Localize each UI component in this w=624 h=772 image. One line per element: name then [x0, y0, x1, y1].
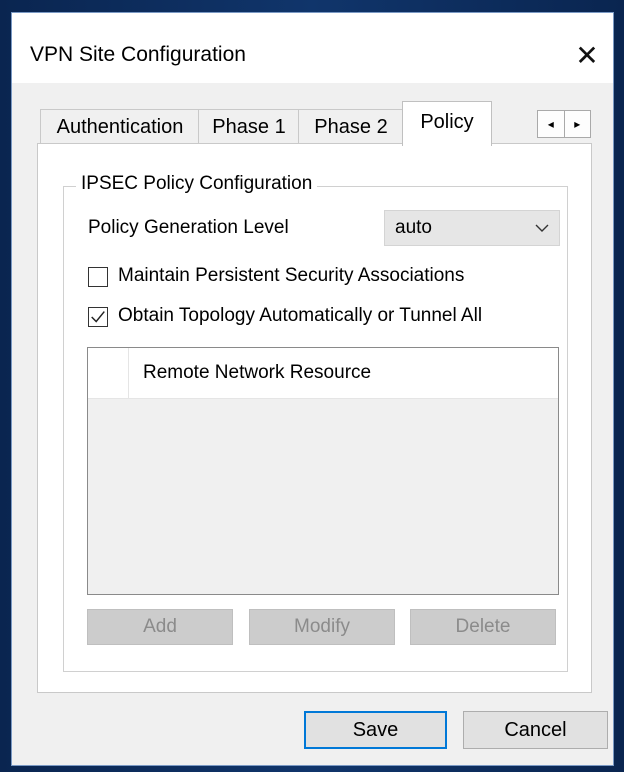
close-icon: ✕	[575, 40, 599, 71]
save-button-label: Save	[352, 719, 399, 741]
modify-button[interactable]: Modify	[249, 609, 395, 645]
tab-authentication[interactable]: Authentication	[40, 109, 200, 144]
tab-phase-2[interactable]: Phase 2	[298, 109, 404, 144]
add-button-label: Add	[143, 616, 177, 637]
cancel-button[interactable]: Cancel	[463, 711, 608, 749]
obtain-topology-checkbox[interactable]	[88, 307, 108, 327]
chevron-down-icon	[535, 224, 549, 232]
tab-scroll-arrows: ◂ ▸	[537, 110, 591, 138]
list-header-select-column	[88, 348, 129, 398]
list-column-header[interactable]: Remote Network Resource	[143, 362, 371, 384]
delete-button[interactable]: Delete	[410, 609, 556, 645]
tab-scroll-left-icon[interactable]: ◂	[538, 111, 565, 137]
maintain-sa-label: Maintain Persistent Security Association…	[118, 265, 465, 286]
modify-button-label: Modify	[294, 616, 350, 637]
cancel-button-label: Cancel	[504, 719, 567, 741]
close-button[interactable]: ✕	[567, 39, 607, 75]
title-bar[interactable]: VPN Site Configuration ✕	[12, 13, 613, 83]
tab-phase-1-label: Phase 1	[212, 116, 286, 138]
policy-generation-level-label: Policy Generation Level	[88, 217, 289, 238]
maintain-sa-checkbox[interactable]	[88, 267, 108, 287]
tab-phase-2-label: Phase 2	[314, 116, 388, 138]
tab-authentication-label: Authentication	[56, 116, 184, 138]
delete-button-label: Delete	[455, 616, 511, 637]
obtain-topology-label: Obtain Topology Automatically or Tunnel …	[118, 305, 483, 326]
remote-network-resource-list[interactable]: Remote Network Resource	[87, 347, 559, 595]
group-title: IPSEC Policy Configuration	[76, 173, 318, 195]
dialog-title: VPN Site Configuration	[30, 43, 246, 66]
vpn-site-configuration-dialog: VPN Site Configuration ✕ Authentication …	[11, 12, 614, 766]
tab-policy-label: Policy	[420, 111, 474, 133]
add-button[interactable]: Add	[87, 609, 233, 645]
tab-policy[interactable]: Policy	[402, 101, 492, 146]
checkmark-icon	[91, 311, 105, 323]
ipsec-policy-group: IPSEC Policy Configuration Policy Genera…	[63, 173, 568, 672]
policy-tab-panel: IPSEC Policy Configuration Policy Genera…	[37, 143, 592, 693]
tab-scroll-right-icon[interactable]: ▸	[565, 111, 591, 137]
policy-generation-level-value: auto	[395, 217, 432, 238]
policy-generation-level-select[interactable]: auto	[384, 210, 560, 246]
save-button[interactable]: Save	[304, 711, 447, 749]
list-header: Remote Network Resource	[88, 348, 558, 399]
tab-phase-1[interactable]: Phase 1	[198, 109, 300, 144]
